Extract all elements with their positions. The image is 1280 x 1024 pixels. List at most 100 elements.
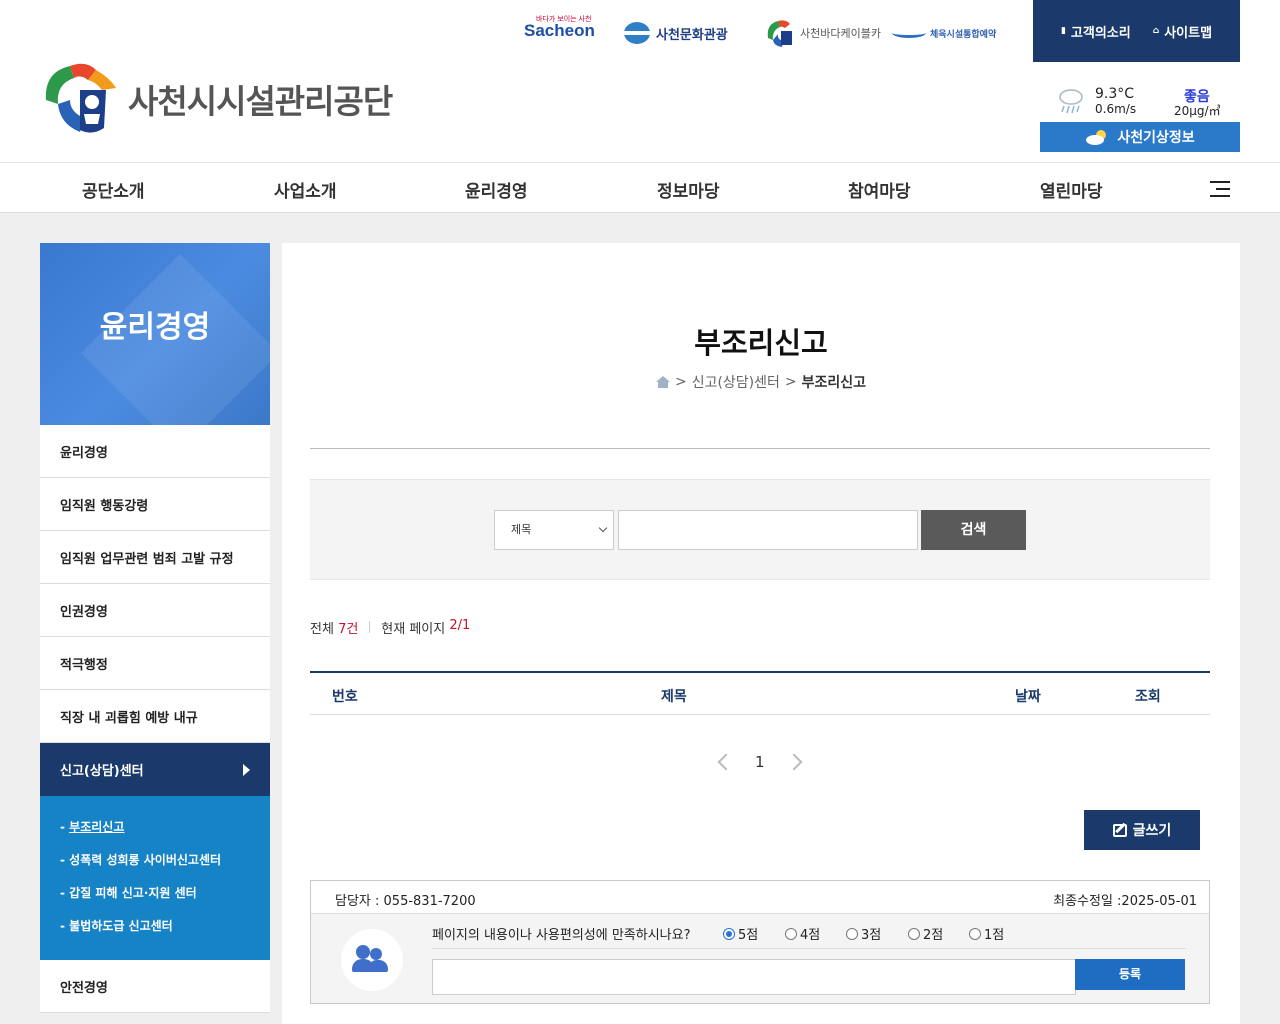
radio-checked-icon xyxy=(723,927,735,940)
gnb-item-info[interactable]: 정보마당 xyxy=(657,177,720,202)
site-logo[interactable]: 사천시시설관리공단 xyxy=(40,60,393,138)
side-sub-sexual-harassment[interactable]: - 성폭력 성희롱 사이버신고센터 xyxy=(60,847,270,880)
gnb-item-about[interactable]: 공단소개 xyxy=(82,177,145,202)
culture-label: 사천문화관광 xyxy=(656,27,728,43)
customer-voice-label: 고객의소리 xyxy=(1070,25,1131,41)
air-quality-pm: 20μg/㎥ xyxy=(1174,104,1221,118)
page-label: 현재 페이지 xyxy=(381,622,446,637)
survey-comment-input[interactable] xyxy=(432,959,1076,995)
breadcrumb-current: 부조리신고 xyxy=(801,375,867,391)
cablecar-logo-icon xyxy=(767,20,792,47)
sitemap-link[interactable]: ⌂ 사이트맵 xyxy=(1153,22,1212,41)
col-views: 조회 xyxy=(1135,689,1161,705)
breadcrumb-parent[interactable]: 신고(상담)센터 xyxy=(692,372,780,392)
partner-sacheon-link[interactable]: 바다가 보이는 사천 Sacheon xyxy=(524,16,595,46)
rain-cloud-icon xyxy=(1059,89,1083,114)
sacheon-logo-text: Sacheon xyxy=(524,21,595,40)
page-number[interactable]: 1 xyxy=(755,753,765,771)
side-nav-title-text: 윤리경영 xyxy=(99,310,211,345)
rating-3[interactable]: 3점 xyxy=(846,924,881,943)
side-navigation: 윤리경영 윤리경영 임직원 행동강령 임직원 업무관련 범죄 고발 규정 인권경… xyxy=(40,243,270,1013)
sacheon-weather-button[interactable]: 사천기상정보 xyxy=(1040,122,1240,152)
edit-icon xyxy=(1112,823,1127,837)
partner-culture-link[interactable]: 사천문화관광 xyxy=(624,18,728,48)
total-count: 7건 xyxy=(338,622,359,637)
survey-question: 페이지의 내용이나 사용편의성에 만족하시나요? xyxy=(432,928,691,943)
survey-divider xyxy=(432,948,1186,949)
customer-voice-link[interactable]: ▮ 고객의소리 xyxy=(1061,22,1131,41)
side-item-crime-report-rule[interactable]: 임직원 업무관련 범죄 고발 규정 xyxy=(40,531,270,584)
next-page-icon[interactable] xyxy=(785,753,803,771)
board-table-header: 번호 제목 날짜 조회 xyxy=(310,671,1210,715)
col-number: 번호 xyxy=(332,689,358,705)
side-item-code-of-conduct[interactable]: 임직원 행동강령 xyxy=(40,478,270,531)
col-title: 제목 xyxy=(661,689,687,705)
page-indicator: 2/1 xyxy=(449,618,471,633)
breadcrumb-sep: > xyxy=(784,374,797,390)
count-divider xyxy=(369,621,371,633)
culture-logo-icon xyxy=(624,22,650,44)
gnb-item-participation[interactable]: 참여마당 xyxy=(848,177,911,202)
side-item-report-center-label: 신고(상담)센터 xyxy=(60,764,144,779)
breadcrumb-sep: > xyxy=(674,374,687,390)
manager-contact: 담당자 : 055-831-7200 xyxy=(335,894,476,909)
partner-sports-link[interactable]: 체육시설통합예약 xyxy=(892,18,996,48)
search-field-select[interactable]: 제목 xyxy=(494,510,614,550)
side-item-report-center[interactable]: 신고(상담)센터 xyxy=(40,743,270,796)
satisfaction-survey: 담당자 : 055-831-7200 최종수정일 :2025-05-01 페이지… xyxy=(310,880,1210,1004)
home-icon: ⌂ xyxy=(1152,26,1160,36)
caret-right-icon xyxy=(243,763,250,776)
last-updated: 최종수정일 :2025-05-01 xyxy=(1053,894,1197,909)
write-button-label: 글쓰기 xyxy=(1132,823,1172,839)
weather-widget: 9.3°C 0.6m/s 좋음 20μg/㎥ xyxy=(1040,80,1240,120)
users-icon xyxy=(341,929,403,991)
org-name: 사천시시설관리공단 xyxy=(128,82,393,121)
sun-cloud-icon xyxy=(1086,130,1107,145)
side-submenu: - 부조리신고 - 성폭력 성희롱 사이버신고센터 - 갑질 피해 신고·지원 … xyxy=(40,796,270,960)
gnb-item-ethics[interactable]: 윤리경영 xyxy=(465,177,528,202)
weather-temperature: 9.3°C xyxy=(1095,86,1135,102)
search-button[interactable]: 검색 xyxy=(921,510,1026,550)
col-date: 날짜 xyxy=(1015,689,1041,705)
sitemap-label: 사이트맵 xyxy=(1164,25,1213,41)
side-sub-power-abuse[interactable]: - 갑질 피해 신고·지원 센터 xyxy=(60,880,270,913)
side-item-proactive-admin[interactable]: 적극행정 xyxy=(40,637,270,690)
weather-button-label: 사천기상정보 xyxy=(1117,130,1195,146)
home-icon[interactable] xyxy=(655,376,670,388)
board-count: 전체 7건 현재 페이지 2/1 xyxy=(310,618,470,637)
logo-mark-icon xyxy=(45,63,116,133)
page-title: 부조리신고 xyxy=(694,326,828,360)
gnb-item-open[interactable]: 열린마당 xyxy=(1040,177,1103,202)
side-item-safety[interactable]: 안전경영 xyxy=(40,960,270,1013)
rating-5[interactable]: 5점 xyxy=(723,924,758,943)
rating-1[interactable]: 1점 xyxy=(969,924,1004,943)
side-item-human-rights[interactable]: 인권경영 xyxy=(40,584,270,637)
sports-wave-icon xyxy=(892,28,926,38)
top-utility-links: ▮ 고객의소리 ⌂ 사이트맵 xyxy=(1033,0,1240,62)
main-content: 부조리신고 > 신고(상담)센터 > 부조리신고 제목 검색 전체 7건 현재 … xyxy=(282,243,1240,1024)
side-item-harassment-prevention[interactable]: 직장 내 괴롭힘 예방 내규 xyxy=(40,690,270,743)
side-item-ethics[interactable]: 윤리경영 xyxy=(40,425,270,478)
radio-icon xyxy=(846,927,858,940)
side-sub-corruption-report[interactable]: - 부조리신고 xyxy=(60,814,270,847)
search-input[interactable] xyxy=(618,510,918,550)
sacheon-tagline: 바다가 보이는 사천 xyxy=(536,16,592,23)
survey-info-bar: 담당자 : 055-831-7200 최종수정일 :2025-05-01 xyxy=(311,881,1209,914)
side-nav-title: 윤리경영 xyxy=(40,243,270,425)
radio-icon xyxy=(785,927,797,940)
rating-2[interactable]: 2점 xyxy=(908,924,943,943)
partner-cablecar-link[interactable]: 사천바다케이블카 xyxy=(764,18,881,48)
prev-page-icon[interactable] xyxy=(717,753,735,771)
site-header: 사천시시설관리공단 바다가 보이는 사천 Sacheon 사천문화관광 사천바다… xyxy=(0,0,1280,163)
all-menu-icon[interactable] xyxy=(1210,181,1230,197)
cablecar-label: 사천바다케이블카 xyxy=(800,27,881,40)
gnb-item-business[interactable]: 사업소개 xyxy=(274,177,337,202)
main-navigation: 공단소개 사업소개 윤리경영 정보마당 참여마당 열린마당 xyxy=(0,164,1280,213)
sports-label: 체육시설통합예약 xyxy=(930,29,997,40)
breadcrumb: > 신고(상담)센터 > 부조리신고 xyxy=(282,372,1240,392)
side-sub-subcontract[interactable]: - 불법하도급 신고센터 xyxy=(60,913,270,946)
radio-icon xyxy=(908,927,920,940)
rating-4[interactable]: 4점 xyxy=(785,924,820,943)
survey-submit-button[interactable]: 등록 xyxy=(1075,959,1185,990)
write-button[interactable]: 글쓰기 xyxy=(1084,810,1200,850)
